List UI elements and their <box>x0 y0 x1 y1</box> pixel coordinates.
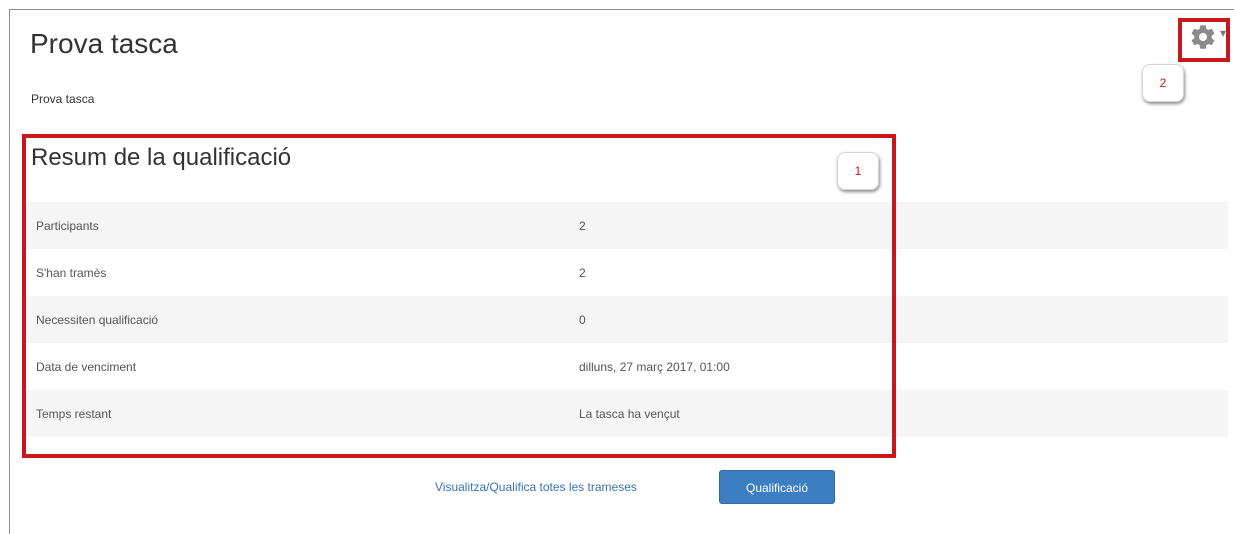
table-row-participants: Participants 2 <box>26 202 1228 249</box>
settings-menu-button[interactable]: ▾ <box>1178 18 1230 62</box>
row-label: S'han tramès <box>36 266 107 280</box>
page-title: Prova tasca <box>30 28 178 59</box>
grade-button[interactable]: Qualificació <box>719 470 835 504</box>
assignment-intro: Prova tasca <box>31 92 95 106</box>
row-label: Necessiten qualificació <box>36 313 159 327</box>
callout-marker-1: 1 <box>837 152 879 190</box>
row-label: Temps restant <box>36 407 112 421</box>
frame-top-border <box>9 9 1234 10</box>
table-row-due-date: Data de venciment dilluns, 27 març 2017,… <box>26 343 1228 390</box>
table-row-needs-grading: Necessiten qualificació 0 <box>26 296 1228 343</box>
row-value: 2 <box>579 219 586 233</box>
grading-summary-heading: Resum de la qualificació <box>31 144 292 171</box>
row-value: 2 <box>579 266 586 280</box>
row-label: Participants <box>36 219 99 233</box>
row-value: 0 <box>579 313 586 327</box>
view-all-submissions-link[interactable]: Visualitza/Qualifica totes les trameses <box>435 480 637 494</box>
chevron-down-icon: ▾ <box>1220 26 1227 40</box>
callout-marker-2: 2 <box>1142 64 1184 102</box>
table-row-submitted: S'han tramès 2 <box>26 249 1228 296</box>
frame-left-border <box>9 9 10 534</box>
row-label: Data de venciment <box>36 360 137 374</box>
grading-actions: Visualitza/Qualifica totes les trameses … <box>0 468 1234 508</box>
table-row-time-remaining: Temps restant La tasca ha vençut <box>26 390 1228 437</box>
row-value: La tasca ha vençut <box>579 407 680 421</box>
grading-summary-table: Participants 2 S'han tramès 2 Necessiten… <box>26 202 1228 437</box>
row-value: dilluns, 27 març 2017, 01:00 <box>579 360 730 374</box>
gear-icon <box>1191 25 1215 49</box>
